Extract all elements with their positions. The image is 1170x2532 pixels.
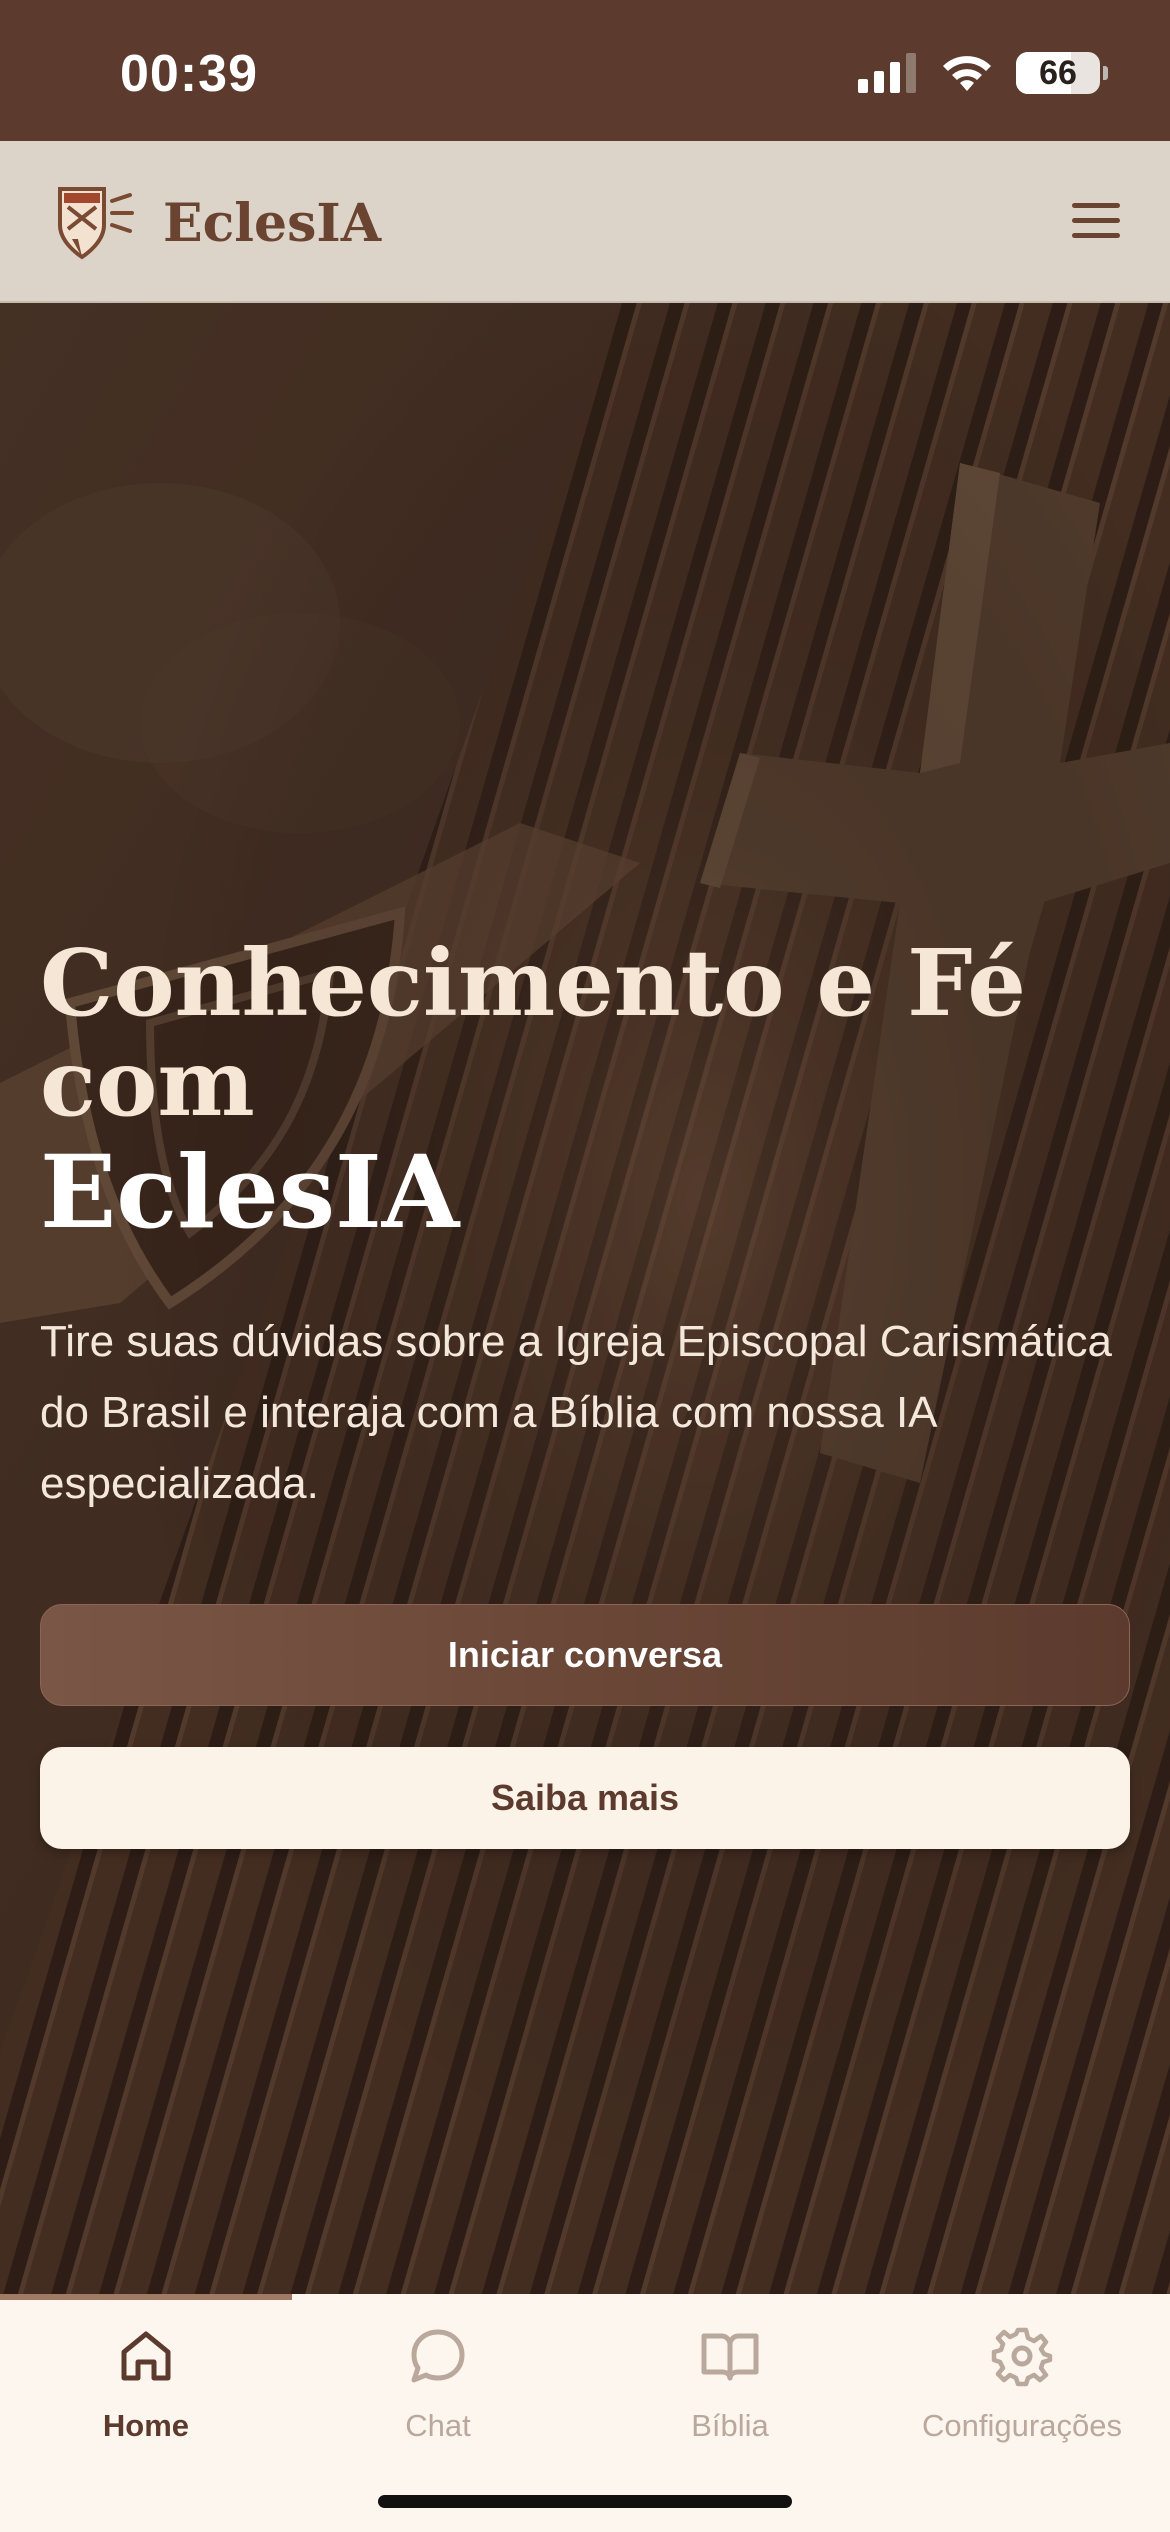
battery-icon: 66 (1016, 52, 1108, 94)
status-bar: 00:39 66 (0, 0, 1170, 141)
active-tab-indicator (0, 2294, 292, 2300)
hero-description: Tire suas dúvidas sobre a Igreja Episcop… (40, 1317, 1112, 1508)
chat-bubble-icon (411, 2329, 465, 2383)
shield-cross-logo-icon[interactable] (52, 181, 136, 265)
tab-chat-label: Chat (405, 2408, 471, 2443)
tab-home[interactable]: Home (0, 2324, 292, 2444)
tab-configuracoes-label: Configurações (922, 2408, 1122, 2443)
tab-biblia-label: Bíblia (691, 2408, 769, 2443)
hero-title-line3: EclesIA (40, 1133, 460, 1251)
hero-title-line2: com (40, 1029, 255, 1137)
wifi-icon (943, 56, 991, 91)
tab-home-label: Home (102, 2408, 190, 2443)
church-cross-background-image (0, 303, 1170, 2294)
status-icons: 66 (858, 52, 1108, 94)
hero-section: Conhecimento e Fé com EclesIA Tire suas … (0, 303, 1170, 2294)
app-header: EclesIA (0, 141, 1170, 303)
battery-percent: 66 (1039, 53, 1077, 92)
hero-title: Conhecimento e Fé com EclesIA (40, 933, 1040, 1251)
tab-chat[interactable]: Chat (292, 2324, 584, 2444)
hero-title-line1: Conhecimento e Fé (40, 929, 1026, 1037)
hamburger-menu-icon[interactable] (1068, 193, 1124, 249)
gear-icon (991, 2327, 1053, 2387)
start-chat-button[interactable]: Iniciar conversa (40, 1604, 1130, 1706)
learn-more-button[interactable]: Saiba mais (40, 1747, 1130, 1849)
home-indicator[interactable] (378, 2495, 792, 2508)
home-icon (121, 2331, 171, 2381)
book-open-icon (701, 2333, 759, 2381)
signal-icon (858, 53, 916, 93)
status-time: 00:39 (120, 45, 258, 103)
brand-name: EclesIA (163, 193, 382, 254)
tab-biblia[interactable]: Bíblia (584, 2324, 876, 2444)
tab-configuracoes[interactable]: Configurações (876, 2324, 1168, 2444)
